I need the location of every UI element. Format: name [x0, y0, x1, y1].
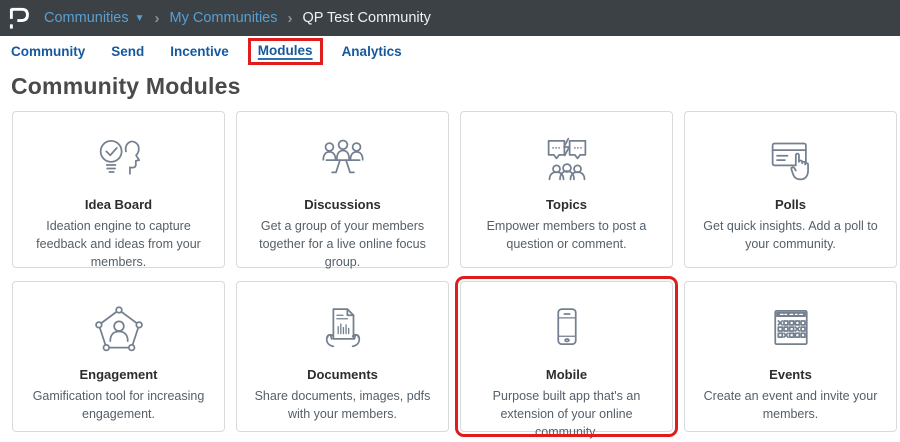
module-card-mobile[interactable]: Mobile Purpose built app that's an exten… — [460, 281, 673, 432]
module-card-polls[interactable]: Polls Get quick insights. Add a poll to … — [684, 111, 897, 268]
questionpro-logo-icon[interactable] — [8, 6, 30, 30]
module-description: Empower members to post a question or co… — [475, 217, 658, 253]
module-icon-slot — [475, 132, 658, 190]
module-title: Documents — [251, 367, 434, 382]
module-description: Share documents, images, pdfs with your … — [251, 387, 434, 423]
module-title: Idea Board — [27, 197, 210, 212]
module-title: Polls — [699, 197, 882, 212]
breadcrumb-my-communities[interactable]: My Communities — [170, 10, 278, 26]
tab-modules[interactable]: Modules — [248, 38, 323, 65]
module-title: Engagement — [27, 367, 210, 382]
topics-icon — [539, 133, 595, 189]
module-card-engagement[interactable]: Engagement Gamification tool for increas… — [12, 281, 225, 432]
module-title: Mobile — [475, 367, 658, 382]
mobile-icon — [539, 303, 595, 359]
breadcrumb-separator: › — [155, 10, 160, 27]
module-icon-slot — [27, 132, 210, 190]
topbar: Communities ▼ › My Communities › QP Test… — [0, 0, 900, 36]
module-title: Topics — [475, 197, 658, 212]
communities-menu[interactable]: Communities ▼ — [44, 10, 145, 26]
idea-board-icon — [91, 133, 147, 189]
module-title: Events — [699, 367, 882, 382]
tab-send[interactable]: Send — [111, 44, 144, 59]
module-card-documents[interactable]: Documents Share documents, images, pdfs … — [236, 281, 449, 432]
module-grid: Idea Board Ideation engine to capture fe… — [12, 111, 897, 432]
module-card-topics[interactable]: Topics Empower members to post a questio… — [460, 111, 673, 268]
documents-icon — [315, 303, 371, 359]
discussions-icon — [315, 133, 371, 189]
engagement-icon — [91, 303, 147, 359]
module-description: Create an event and invite your members. — [699, 387, 882, 423]
module-card-discussions[interactable]: Discussions Get a group of your members … — [236, 111, 449, 268]
module-icon-slot — [475, 302, 658, 360]
breadcrumb-current-community: QP Test Community — [302, 10, 430, 26]
chevron-down-icon: ▼ — [135, 13, 145, 24]
tab-incentive[interactable]: Incentive — [170, 44, 229, 59]
events-icon — [763, 303, 819, 359]
community-nav: Community Send Incentive Modules Analyti… — [0, 36, 900, 66]
breadcrumb-separator: › — [287, 10, 292, 27]
module-description: Get quick insights. Add a poll to your c… — [699, 217, 882, 253]
module-description: Purpose built app that's an extension of… — [475, 387, 658, 441]
polls-icon — [763, 133, 819, 189]
module-description: Ideation engine to capture feedback and … — [27, 217, 210, 271]
module-card-events[interactable]: Events Create an event and invite your m… — [684, 281, 897, 432]
module-description: Get a group of your members together for… — [251, 217, 434, 271]
module-description: Gamification tool for increasing engagem… — [27, 387, 210, 423]
communities-menu-label: Communities — [44, 10, 129, 26]
module-icon-slot — [251, 132, 434, 190]
module-title: Discussions — [251, 197, 434, 212]
module-card-idea-board[interactable]: Idea Board Ideation engine to capture fe… — [12, 111, 225, 268]
tab-analytics[interactable]: Analytics — [342, 44, 402, 59]
page-title: Community Modules — [11, 73, 900, 100]
module-icon-slot — [251, 302, 434, 360]
module-icon-slot — [27, 302, 210, 360]
module-icon-slot — [699, 302, 882, 360]
module-icon-slot — [699, 132, 882, 190]
tab-community[interactable]: Community — [11, 44, 85, 59]
